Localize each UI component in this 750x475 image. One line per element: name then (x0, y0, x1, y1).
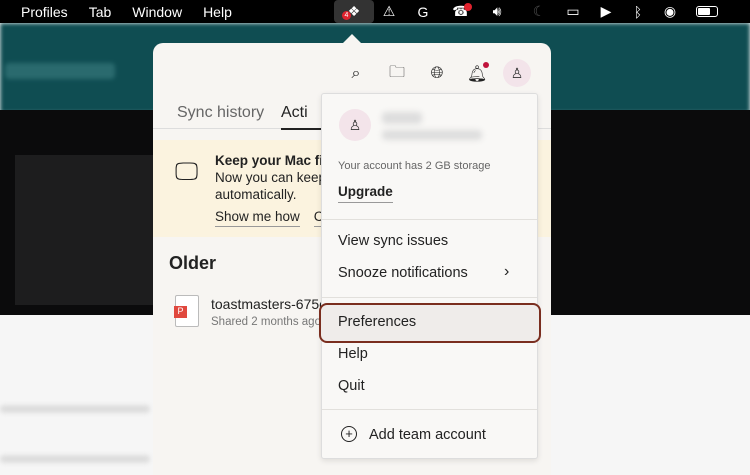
pdf-file-icon: P (174, 295, 199, 327)
menu-tab[interactable]: Tab (89, 4, 112, 20)
display-icon[interactable]: ▭ (562, 0, 584, 23)
grammarly-icon[interactable]: G (412, 0, 434, 23)
file-name[interactable]: toastmasters-675c (211, 296, 326, 312)
preferences-item[interactable]: Preferences (338, 314, 416, 330)
storage-text: Your account has 2 GB storage (338, 160, 491, 172)
menu-help[interactable]: Help (203, 4, 232, 20)
search-icon[interactable]: ⌕ (345, 63, 367, 85)
battery-icon (692, 0, 722, 23)
quit-item[interactable]: Quit (338, 378, 365, 394)
play-icon[interactable]: ▶ (595, 0, 617, 23)
monitor-upload-icon: 🖵︎ (175, 158, 199, 185)
banner-title: Keep your Mac file (215, 153, 335, 168)
add-team-account-item[interactable]: Add team account (369, 427, 486, 443)
account-avatar: ♙ (339, 109, 371, 141)
account-menu: ♙ Your account has 2 GB storage Upgrade … (319, 93, 541, 459)
avatar-button[interactable]: ♙ (503, 59, 531, 87)
banner-text-2: automatically. (215, 187, 297, 202)
account-email-redacted (382, 130, 482, 140)
alert-app-icon[interactable]: ⚠ (378, 0, 400, 23)
upgrade-link[interactable]: Upgrade (338, 184, 393, 203)
help-item[interactable]: Help (338, 346, 368, 362)
chat-app-icon[interactable]: ☎ (450, 0, 472, 23)
globe-icon[interactable]: 🌐︎ (426, 63, 448, 85)
bell-icon[interactable]: 🔔︎ (466, 62, 489, 85)
plus-circle-icon: + (341, 426, 357, 442)
focus-moon-icon[interactable]: ☾ (528, 0, 550, 23)
folder-icon[interactable]: 🗀 (386, 63, 408, 85)
bluetooth-icon[interactable]: ᛒ (627, 0, 649, 23)
menu-window[interactable]: Window (132, 4, 182, 20)
chevron-right-icon: › (504, 263, 510, 280)
tab-sync-history[interactable]: Sync history (177, 104, 264, 122)
account-name-redacted (382, 112, 422, 124)
user-icon[interactable]: ◉ (659, 0, 681, 23)
banner-text: Now you can keep (215, 170, 327, 185)
volume-icon[interactable]: 🔊︎ (486, 0, 508, 23)
dropbox-tray-icon[interactable]: ❖ 4 (334, 0, 374, 23)
section-heading: Older (169, 253, 217, 273)
snooze-notifications-item[interactable]: Snooze notifications (338, 265, 468, 281)
file-meta: Shared 2 months ago · (211, 316, 328, 328)
dropbox-badge: 4 (342, 11, 351, 20)
menu-profiles[interactable]: Profiles (21, 4, 68, 20)
show-me-how-link[interactable]: Show me how (215, 209, 300, 227)
view-sync-issues-item[interactable]: View sync issues (338, 233, 448, 249)
